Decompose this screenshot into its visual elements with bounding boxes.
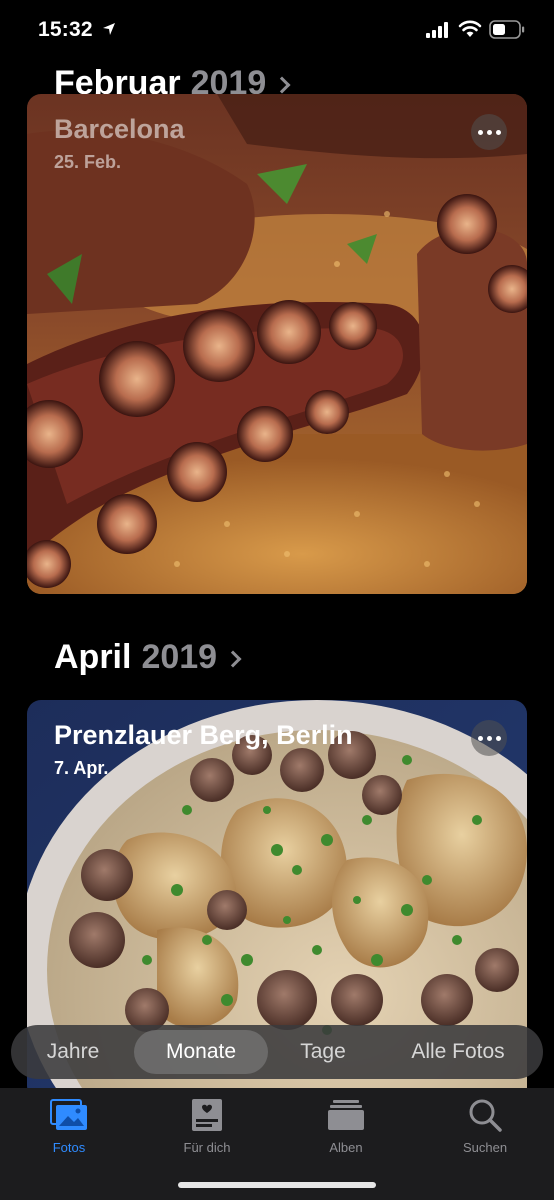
ellipsis-dot: [486, 129, 492, 135]
for-you-icon: [192, 1099, 222, 1131]
ellipsis-dot: [486, 735, 492, 741]
segment-all-photos[interactable]: Alle Fotos: [383, 1025, 533, 1079]
tab-photos[interactable]: Fotos: [14, 1096, 124, 1166]
ellipsis-dot: [477, 735, 483, 741]
battery-icon: [489, 20, 525, 39]
status-time: 15:32: [38, 18, 93, 41]
more-options-button[interactable]: [471, 114, 507, 150]
section-month: April: [54, 638, 132, 676]
ellipsis-dot: [477, 129, 483, 135]
tab-label: Suchen: [462, 1140, 508, 1155]
photos-icon: [50, 1099, 87, 1130]
chevron-right-icon: [273, 76, 291, 93]
chevron-right-icon: [224, 650, 242, 667]
home-indicator[interactable]: [178, 1182, 376, 1188]
tab-label: Alben: [329, 1140, 363, 1155]
ellipsis-dot: [495, 129, 501, 135]
segment-months[interactable]: Monate: [134, 1030, 268, 1074]
ellipsis-dot: [495, 735, 501, 741]
cellular-signal-icon: [426, 22, 448, 38]
section-year: 2019: [141, 638, 218, 676]
card-date: 25. Feb.: [54, 152, 122, 172]
tab-search[interactable]: Suchen: [430, 1096, 540, 1166]
card-title: Barcelona: [54, 114, 185, 144]
search-icon: [469, 1099, 502, 1132]
more-options-button[interactable]: [471, 720, 507, 756]
tab-albums[interactable]: Alben: [291, 1096, 401, 1166]
albums-icon: [328, 1100, 364, 1130]
tab-label: Für dich: [183, 1140, 231, 1155]
status-bar: 15:32: [0, 0, 554, 60]
card-date: 7. Apr.: [54, 758, 109, 778]
section-header-april[interactable]: April 2019: [54, 638, 242, 677]
location-arrow-icon: [103, 23, 115, 35]
view-mode-segmented-control: Jahre Monate Tage Alle Fotos: [11, 1025, 543, 1079]
card-title: Prenzlauer Berg, Berlin: [54, 720, 353, 750]
segment-days[interactable]: Tage: [273, 1025, 373, 1079]
tab-label: Fotos: [52, 1140, 86, 1155]
month-card-february[interactable]: Barcelona 25. Feb.: [27, 94, 527, 594]
segment-years[interactable]: Jahre: [21, 1025, 125, 1079]
tab-for-you[interactable]: Für dich: [152, 1096, 262, 1166]
wifi-icon: [458, 20, 482, 37]
